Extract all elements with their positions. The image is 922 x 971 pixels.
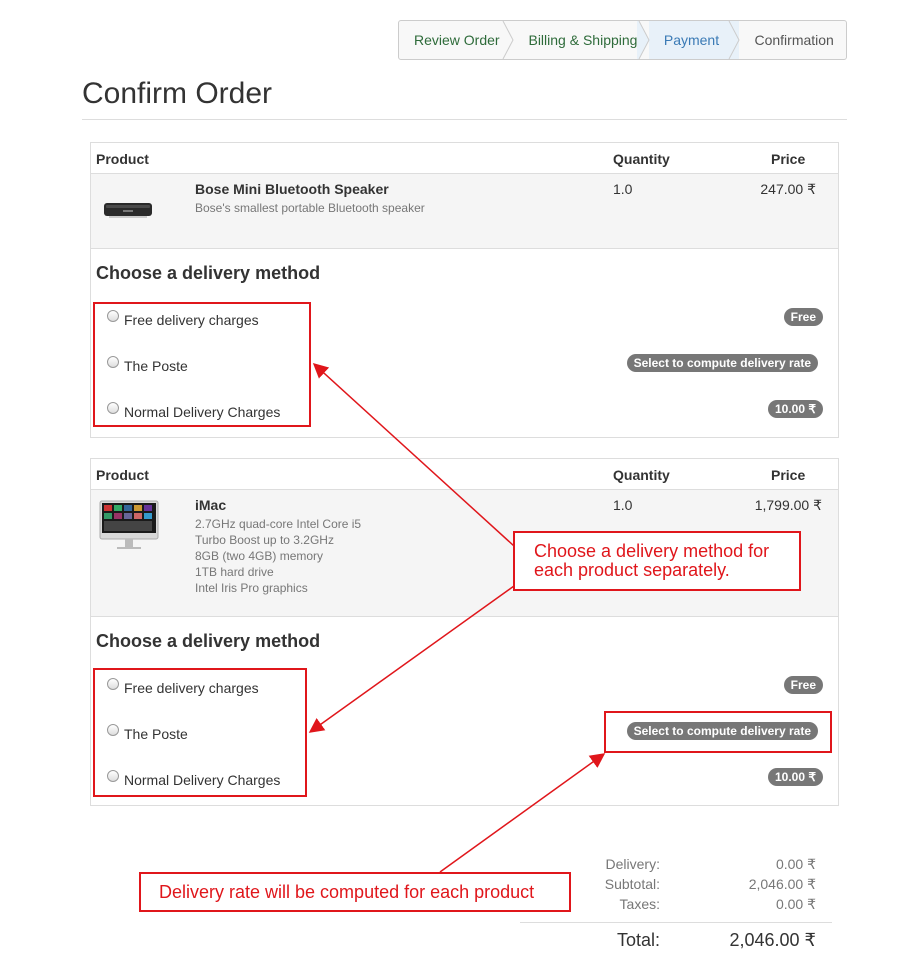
annotation-callout: Choose a delivery method for each produc…: [513, 531, 801, 591]
product-description: 2.7GHz quad-core Intel Core i5: [195, 517, 362, 531]
grand-total-label: Total:: [616, 930, 660, 950]
wizard-step-billing-shipping[interactable]: Billing & Shipping: [513, 21, 650, 59]
page-title: Confirm Order: [82, 77, 273, 110]
wizard-step-label: Billing & Shipping: [528, 32, 638, 48]
annotation-highlight-box: [93, 668, 307, 797]
grand-total-value: 2,046.00 ₹: [729, 930, 816, 950]
product-row: Bose Mini Bluetooth Speaker Bose's small…: [91, 173, 838, 249]
checkout-wizard: Review Order Billing & Shipping Payment …: [398, 20, 847, 60]
delivery-price-badge: 10.00 ₹: [768, 768, 823, 786]
annotation-callout-line: Choose a delivery method for: [534, 541, 770, 561]
delivery-price-badge: Free: [783, 676, 823, 694]
annotation-highlight-box: [93, 302, 311, 427]
delivery-total-label: Delivery:: [605, 856, 660, 872]
chevron-separator-icon: [503, 21, 515, 59]
taxes-label: Taxes:: [619, 896, 660, 912]
product-price: 247.00 ₹: [760, 181, 816, 197]
product-description: 8GB (two 4GB) memory: [195, 549, 324, 563]
chevron-separator-icon: [727, 21, 741, 59]
annotation-callout: Delivery rate will be computed for each …: [139, 872, 571, 912]
delivery-heading: Choose a delivery method: [96, 631, 321, 651]
wizard-step-label: Payment: [663, 32, 720, 48]
totals-divider: [520, 922, 832, 923]
taxes-value: 0.00 ₹: [775, 896, 816, 912]
subtotal-label: Subtotal:: [604, 876, 660, 892]
product-price: 1,799.00 ₹: [754, 497, 822, 513]
product-name[interactable]: iMac: [195, 497, 226, 513]
delivery-heading: Choose a delivery method: [96, 263, 321, 283]
price-header: Price: [771, 151, 806, 167]
chevron-separator-icon: [636, 21, 650, 59]
product-header: Product: [96, 467, 149, 483]
wizard-step-label: Review Order: [414, 32, 500, 48]
annotation-highlight-box: [604, 711, 832, 753]
wizard-step-review-order[interactable]: Review Order: [399, 21, 515, 59]
product-quantity: 1.0: [613, 497, 633, 513]
wizard-step-payment[interactable]: Payment: [648, 21, 741, 59]
delivery-price-badge: Select to compute delivery rate: [626, 354, 818, 372]
product-quantity: 1.0: [613, 181, 633, 197]
imac-image: [99, 500, 159, 549]
title-divider: [82, 119, 847, 120]
delivery-total-value: 0.00 ₹: [775, 856, 816, 872]
product-description: Turbo Boost up to 3.2GHz: [195, 533, 334, 547]
product-description: Intel Iris Pro graphics: [195, 581, 308, 595]
product-description: Bose's smallest portable Bluetooth speak…: [195, 201, 425, 215]
quantity-header: Quantity: [613, 467, 670, 483]
quantity-header: Quantity: [613, 151, 670, 167]
wizard-step-label: Confirmation: [754, 32, 834, 48]
price-header: Price: [771, 467, 806, 483]
product-description: 1TB hard drive: [195, 565, 274, 579]
annotation-callout-line: each product separately.: [534, 560, 730, 580]
delivery-price-badge: Free: [783, 308, 823, 326]
speaker-image: [104, 203, 152, 218]
subtotal-value: 2,046.00 ₹: [748, 876, 816, 892]
wizard-step-confirmation[interactable]: Confirmation: [739, 21, 846, 59]
product-header: Product: [96, 151, 149, 167]
delivery-price-badge: 10.00 ₹: [768, 400, 823, 418]
product-name[interactable]: Bose Mini Bluetooth Speaker: [195, 181, 389, 197]
